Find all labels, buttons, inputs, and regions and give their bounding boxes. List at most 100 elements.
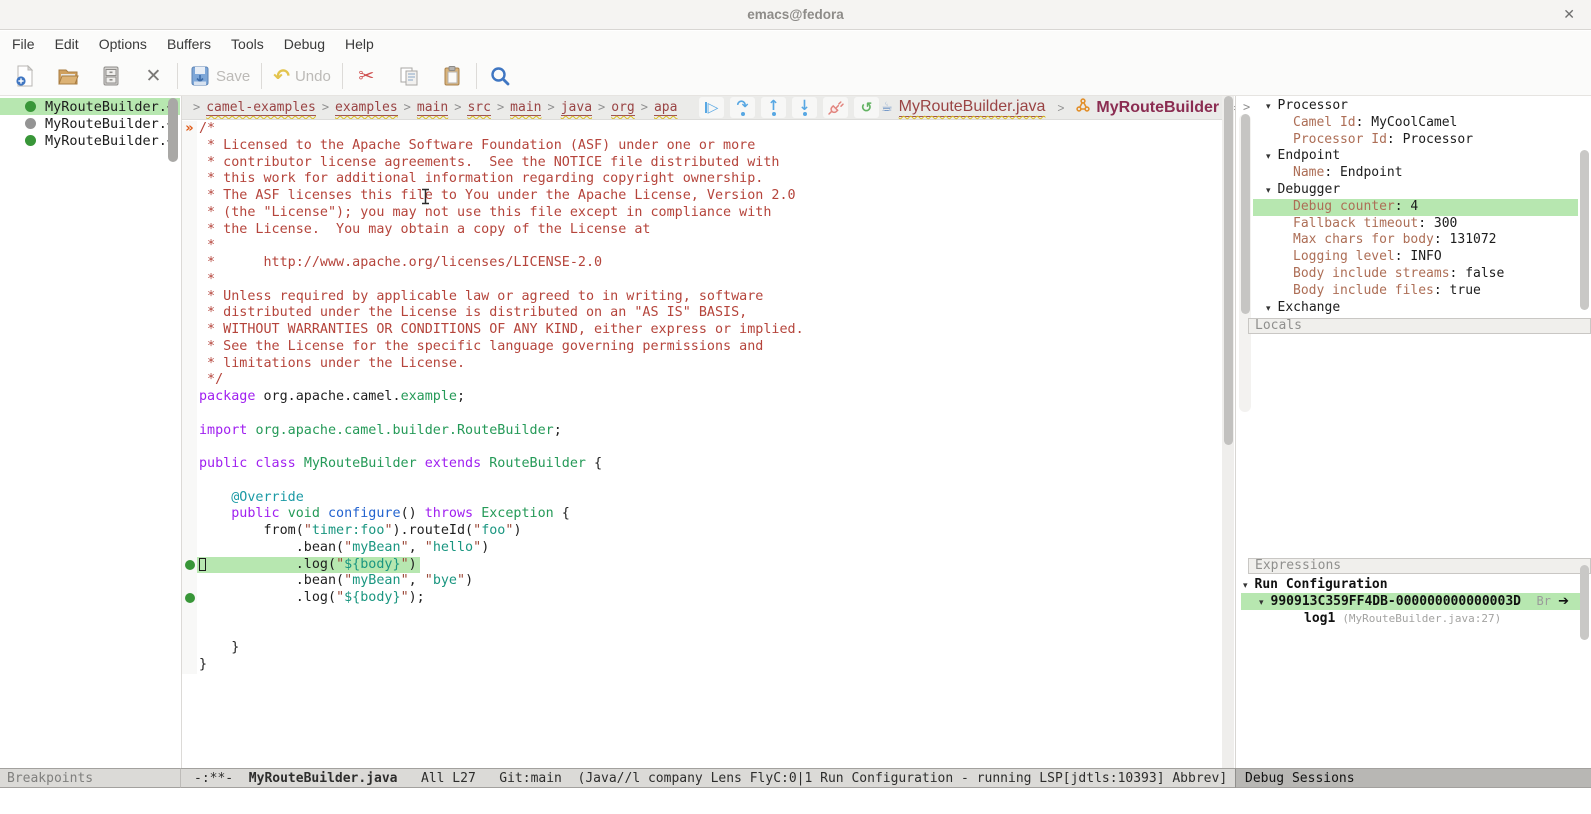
expand-triangle-icon[interactable]: ▾ [1266, 152, 1271, 162]
fringe[interactable] [182, 439, 197, 456]
code-line-5[interactable]: * The ASF licenses this file to You unde… [182, 188, 1222, 205]
fringe[interactable] [182, 356, 197, 373]
breadcrumb-item-src[interactable]: src [467, 100, 490, 116]
fringe[interactable] [182, 372, 197, 389]
fringe[interactable] [182, 607, 197, 624]
fringe[interactable] [182, 138, 197, 155]
cut-icon[interactable]: ✂ [345, 57, 388, 95]
menu-help[interactable]: Help [335, 36, 384, 52]
expand-triangle-icon[interactable]: ▾ [1243, 581, 1248, 591]
menu-debug[interactable]: Debug [274, 36, 335, 52]
undo-button[interactable]: ↶ Undo [264, 57, 340, 95]
titlebar[interactable]: emacs@fedora ✕ [0, 0, 1591, 30]
session-field-camel-id[interactable]: Camel Id: MyCoolCamel [1253, 115, 1578, 132]
sidebar-scrollbar[interactable] [167, 96, 179, 768]
code-line-2[interactable]: * Licensed to the Apache Software Founda… [182, 138, 1222, 155]
session-node-exchange[interactable]: ▾Exchange [1253, 300, 1578, 317]
fringe[interactable] [182, 573, 197, 590]
breakpoint-row-2[interactable]: MyRouteBuilder.→ [0, 115, 180, 132]
search-icon[interactable] [479, 57, 522, 95]
menu-edit[interactable]: Edit [45, 36, 89, 52]
debug-disconnect-icon[interactable] [823, 97, 848, 118]
code-line-21[interactable]: public class MyRouteBuilder extends Rout… [182, 456, 1222, 473]
echo-area[interactable] [0, 789, 1591, 814]
code-line-9[interactable]: * http://www.apache.org/licenses/LICENSE… [182, 255, 1222, 272]
debug-continue-icon[interactable]: ▷ [699, 97, 724, 118]
session-field-max-chars-for-body[interactable]: Max chars for body: 131072 [1253, 232, 1578, 249]
session-field-fallback-timeout[interactable]: Fallback timeout: 300 [1253, 216, 1578, 233]
file-cabinet-icon[interactable] [89, 57, 132, 95]
editor-scrollbar[interactable] [1222, 96, 1234, 768]
editor-modeline[interactable]: -:**- MyRouteBuilder.java All L27 Git:ma… [180, 768, 1235, 788]
fringe[interactable] [182, 188, 197, 205]
code-line-11[interactable]: * Unless required by applicable law or a… [182, 289, 1222, 306]
breadcrumb-item-examples[interactable]: examples [335, 100, 398, 116]
fringe[interactable] [182, 171, 197, 188]
fringe[interactable] [182, 640, 197, 657]
session-field-name[interactable]: Name: Endpoint [1253, 165, 1578, 182]
code-line-22[interactable] [182, 473, 1222, 490]
code-line-28[interactable]: .bean("myBean", "bye") [182, 573, 1222, 590]
fringe[interactable] [182, 406, 197, 423]
code-line-30[interactable] [182, 607, 1222, 624]
debug-step-out-icon[interactable]: ↑ [761, 97, 786, 118]
fringe[interactable] [182, 506, 197, 523]
code-line-33[interactable]: } [182, 657, 1222, 674]
code-line-26[interactable]: .bean("myBean", "hello") [182, 540, 1222, 557]
expand-triangle-icon[interactable]: ▾ [1266, 304, 1271, 314]
breadcrumb-item-camel-examples[interactable]: camel-examples [206, 100, 316, 116]
breadcrumb-item-main[interactable]: main [417, 100, 448, 116]
code-line-16[interactable]: */ [182, 372, 1222, 389]
debug-sessions-modeline[interactable]: Debug Sessions [1235, 768, 1591, 788]
code-line-7[interactable]: * the License. You may obtain a copy of … [182, 222, 1222, 239]
save-button[interactable]: Save [180, 57, 259, 95]
expression-node-990913c359ff4db-000000000000003d[interactable]: ▾990913C359FF4DB-000000000000003DBr➔ [1241, 593, 1581, 610]
code-line-13[interactable]: * WITHOUT WARRANTIES OR CONDITIONS OF AN… [182, 322, 1222, 339]
session-right-scrollbar-thumb[interactable] [1580, 150, 1589, 310]
open-folder-icon[interactable] [46, 57, 89, 95]
expression-node-run-configuration[interactable]: ▾Run Configuration [1241, 576, 1581, 593]
code-line-10[interactable]: * [182, 272, 1222, 289]
code-line-18[interactable] [182, 406, 1222, 423]
expand-triangle-icon[interactable]: ▾ [1259, 598, 1264, 608]
code-line-19[interactable]: import org.apache.camel.builder.RouteBui… [182, 423, 1222, 440]
fringe[interactable] [182, 540, 197, 557]
fringe[interactable] [182, 624, 197, 641]
breakpoint-indicator[interactable] [182, 557, 197, 574]
fringe[interactable] [182, 222, 197, 239]
menu-tools[interactable]: Tools [221, 36, 274, 52]
fringe[interactable] [182, 272, 197, 289]
close-buffer-icon[interactable]: ✕ [132, 57, 175, 95]
breakpoint-row-3[interactable]: MyRouteBuilder.→ [0, 132, 180, 149]
breadcrumb-item-apa[interactable]: apa [654, 100, 677, 116]
menu-file[interactable]: File [2, 36, 45, 52]
code-line-3[interactable]: * contributor license agreements. See th… [182, 155, 1222, 172]
code-area[interactable]: »/* * Licensed to the Apache Software Fo… [182, 121, 1222, 674]
expressions-scrollbar-thumb[interactable] [1580, 565, 1589, 640]
session-field-debug-counter[interactable]: Debug counter: 4 [1253, 199, 1578, 216]
fringe[interactable] [182, 473, 197, 490]
new-file-icon[interactable] [3, 57, 46, 95]
breakpoint-indicator[interactable] [182, 590, 197, 607]
menu-options[interactable]: Options [89, 36, 157, 52]
breadcrumb-item-org[interactable]: org [611, 100, 634, 116]
code-line-32[interactable]: } [182, 640, 1222, 657]
session-node-processor[interactable]: ▾Processor [1253, 98, 1578, 115]
fringe[interactable] [182, 423, 197, 440]
menu-buffers[interactable]: Buffers [157, 36, 221, 52]
fringe[interactable] [182, 155, 197, 172]
code-line-17[interactable]: package org.apache.camel.example; [182, 389, 1222, 406]
session-field-body-include-streams[interactable]: Body include streams: false [1253, 266, 1578, 283]
session-left-scrollbar[interactable] [1239, 114, 1251, 412]
code-line-6[interactable]: * (the "License"); you may not use this … [182, 205, 1222, 222]
breadcrumb-item-java[interactable]: java [561, 100, 592, 116]
editor-scrollbar-thumb[interactable] [1224, 96, 1233, 445]
fringe[interactable] [182, 657, 197, 674]
session-field-processor-id[interactable]: Processor Id: Processor [1253, 132, 1578, 149]
session-field-logging-level[interactable]: Logging level: INFO [1253, 249, 1578, 266]
code-line-4[interactable]: * this work for additional information r… [182, 171, 1222, 188]
code-line-15[interactable]: * limitations under the License. [182, 356, 1222, 373]
sidebar-scrollbar-thumb[interactable] [168, 98, 178, 162]
fringe[interactable] [182, 289, 197, 306]
fringe[interactable] [182, 456, 197, 473]
